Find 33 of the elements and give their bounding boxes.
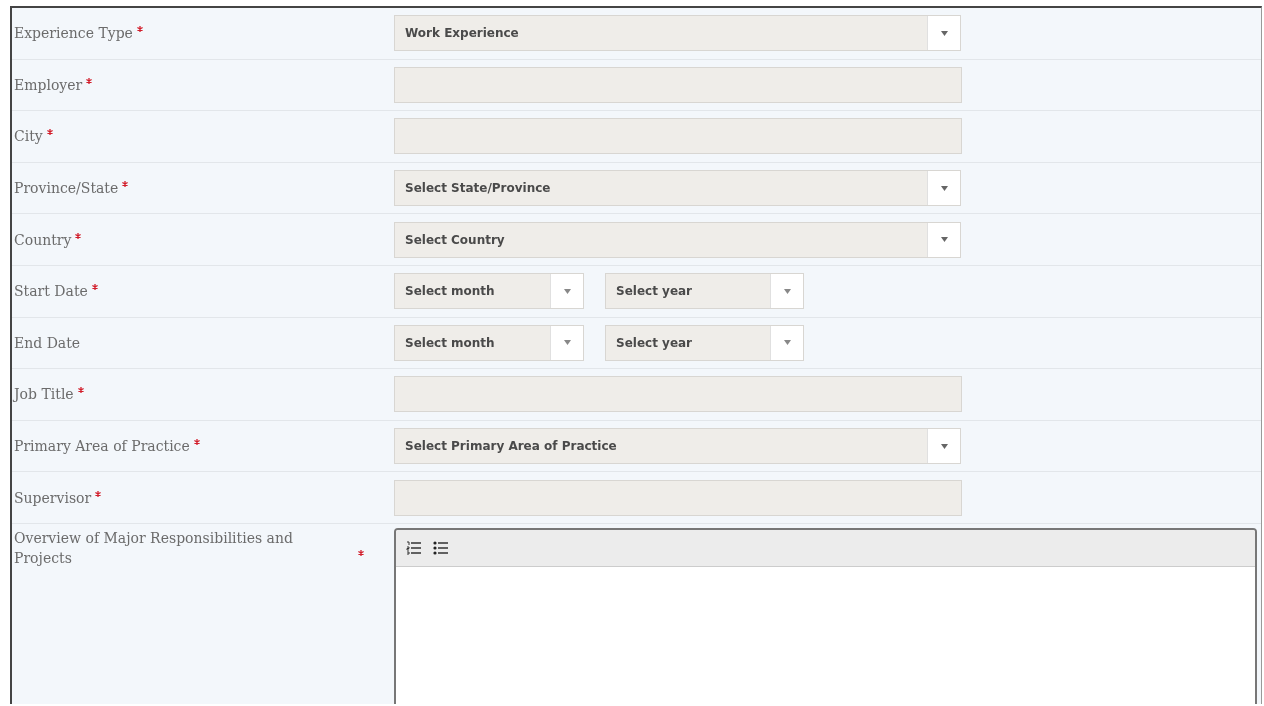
caret-icon (563, 288, 571, 294)
field-label: Job Title (14, 385, 74, 405)
dropdown[interactable]: Select Country (394, 221, 961, 258)
dropdown[interactable]: Select State/Province (394, 170, 961, 207)
field-label: Primary Area of Practice (14, 437, 190, 457)
caret-icon (940, 443, 948, 449)
month-dropdown[interactable]: Select month (394, 324, 584, 361)
year-dropdown[interactable]: Select year (605, 324, 804, 361)
numbered-list-icon[interactable] (406, 540, 421, 555)
caret-icon (940, 30, 948, 36)
field-label: Supervisor (14, 488, 92, 508)
year-dropdown[interactable]: Select year (605, 273, 804, 310)
field-label: City (14, 127, 43, 147)
dropdown[interactable]: Work Experience (394, 15, 961, 52)
input-field[interactable] (394, 376, 962, 413)
caret-icon (783, 288, 791, 294)
caret-icon (940, 237, 948, 243)
field-label: Employer (14, 75, 83, 95)
caret-icon (563, 340, 571, 346)
input-field[interactable] (394, 479, 962, 516)
dropdown[interactable]: Select Primary Area of Practice (394, 428, 961, 465)
field-label: Experience Type (14, 24, 133, 44)
bulleted-list-icon[interactable] (433, 540, 448, 555)
field-label: Overview of Major Responsibilities and Projects (14, 528, 294, 568)
field-label: End Date (14, 333, 81, 353)
month-dropdown[interactable]: Select month (394, 273, 584, 310)
caret-icon (783, 340, 791, 346)
input-field[interactable] (394, 66, 962, 103)
input-field[interactable] (394, 118, 962, 155)
field-label: Start Date (14, 282, 88, 302)
field-label: Province/State (14, 179, 119, 199)
caret-icon (940, 185, 948, 191)
field-label: Country (14, 230, 72, 250)
